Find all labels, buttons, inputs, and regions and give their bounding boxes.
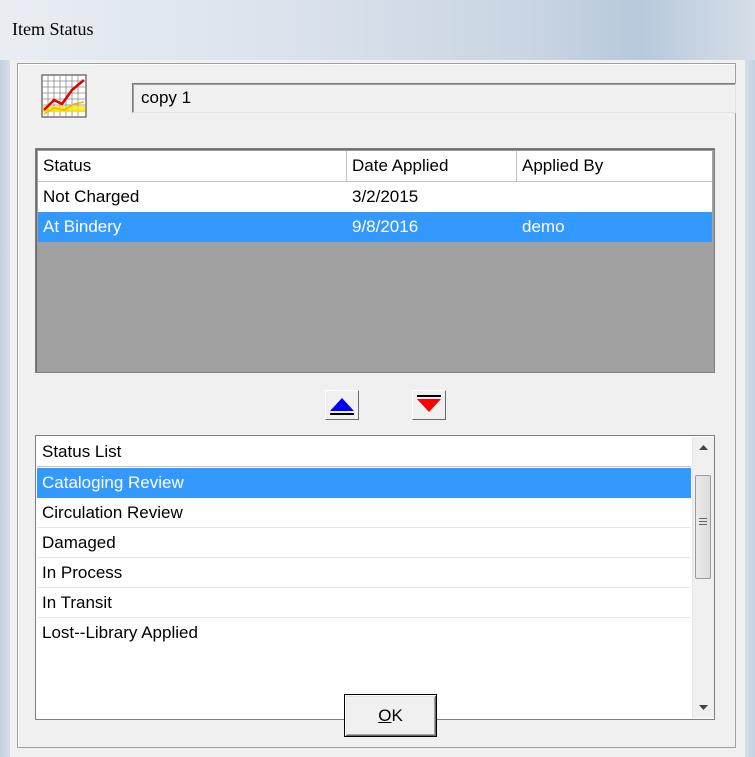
list-item[interactable]: In Process — [37, 558, 691, 588]
scroll-thumb[interactable] — [695, 475, 711, 579]
ok-button-label: OK — [378, 706, 403, 725]
status-list-scrollbar[interactable] — [692, 437, 714, 718]
grid-cell-status: Not Charged — [43, 187, 140, 206]
up-arrow-icon — [330, 398, 354, 415]
grid-cell-date: 3/2/2015 — [352, 187, 419, 206]
column-header-date-applied[interactable]: Date Applied — [346, 151, 516, 181]
grid-cell-status: At Bindery — [43, 217, 122, 236]
window-right-border — [745, 60, 755, 757]
list-item-selected[interactable]: Cataloging Review — [37, 468, 691, 498]
move-up-button[interactable] — [325, 390, 359, 420]
dialog-client-area: copy 1 Status Date Applied Applied By No… — [10, 60, 745, 757]
list-item[interactable]: Lost--Library Applied — [37, 618, 691, 648]
list-item[interactable]: Circulation Review — [37, 498, 691, 528]
column-header-status[interactable]: Status — [38, 151, 346, 181]
grid-cell-applied-by: demo — [522, 217, 565, 236]
ok-button[interactable]: OK — [344, 694, 437, 737]
status-grid[interactable]: Status Date Applied Applied By Not Charg… — [35, 148, 715, 373]
move-down-button[interactable] — [412, 390, 446, 420]
window-title: Item Status — [12, 19, 94, 39]
grid-row[interactable]: Not Charged 3/2/2015 — [38, 182, 712, 212]
chart-icon — [41, 74, 87, 118]
scroll-up-icon[interactable] — [693, 437, 714, 457]
status-list[interactable]: Status List Cataloging Review Circulatio… — [35, 435, 715, 720]
status-list-header[interactable]: Status List — [37, 437, 691, 467]
copy-field-value: copy 1 — [141, 88, 192, 107]
status-grid-header: Status Date Applied Applied By — [38, 151, 712, 182]
list-item[interactable]: In Transit — [37, 588, 691, 618]
down-arrow-icon — [417, 395, 441, 412]
title-bar[interactable]: Item Status — [0, 0, 755, 60]
window-left-border — [0, 60, 10, 757]
column-header-applied-by[interactable]: Applied By — [516, 151, 712, 181]
copy-field[interactable]: copy 1 — [132, 83, 736, 113]
list-item[interactable]: Damaged — [37, 528, 691, 558]
grid-row-selected[interactable]: At Bindery 9/8/2016 demo — [38, 212, 712, 242]
grid-cell-applied-by — [516, 182, 712, 212]
grid-cell-date: 9/8/2016 — [352, 217, 419, 236]
scroll-down-icon[interactable] — [693, 698, 714, 718]
